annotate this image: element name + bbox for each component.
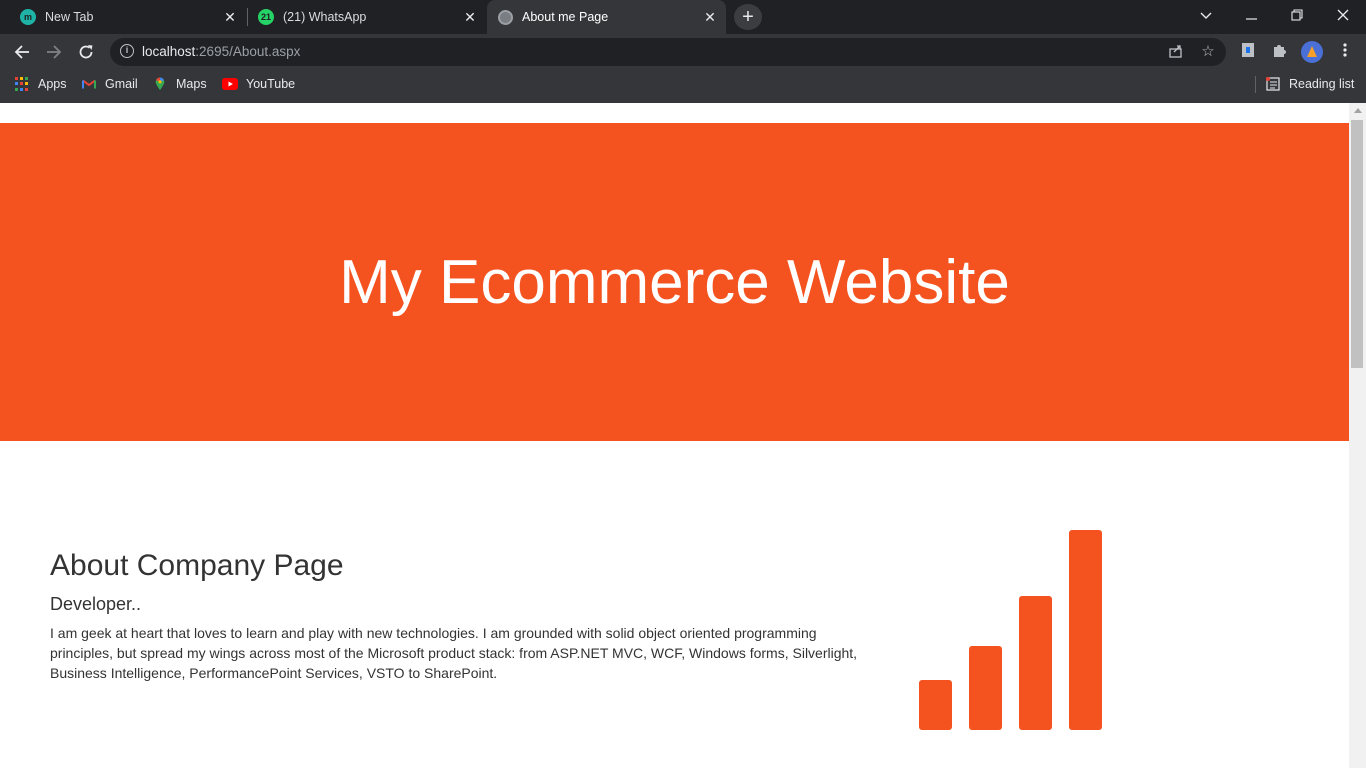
bookmark-youtube[interactable]: YouTube (222, 70, 295, 98)
gmail-icon (82, 79, 96, 89)
hero-banner: My Ecommerce Website (0, 123, 1349, 441)
share-arrow-icon (1169, 45, 1182, 58)
new-tab-button[interactable]: + (734, 4, 762, 30)
restore-icon (1291, 9, 1303, 21)
close-window-button[interactable] (1320, 0, 1366, 30)
maps-icon (155, 77, 165, 91)
bookmark-star-icon[interactable]: ☆ (1199, 43, 1217, 61)
menu-kebab-icon[interactable] (1335, 42, 1355, 62)
reload-icon (79, 45, 93, 59)
url-path: :2695/About.aspx (195, 44, 301, 59)
tab-title: About me Page (522, 10, 609, 24)
browser-toolbar: i localhost:2695/About.aspx ☆ (0, 34, 1366, 70)
minimize-button[interactable] (1228, 0, 1274, 30)
tab-search-button[interactable] (1183, 0, 1229, 30)
arrow-left-icon (14, 45, 29, 59)
signal-bar (919, 680, 952, 730)
reading-list-label: Reading list (1289, 77, 1355, 91)
tab-title: (21) WhatsApp (283, 10, 367, 24)
bookmarks-bar: Apps Gmail Maps YouTube Reading list (0, 70, 1366, 98)
signal-bar (969, 646, 1002, 730)
about-subheading: Developer.. (50, 594, 142, 614)
signal-bars-icon (919, 530, 1102, 730)
page-viewport: My Ecommerce Website About Company Page … (0, 103, 1366, 768)
document-upload-icon (1242, 43, 1254, 57)
minimize-icon (1245, 18, 1257, 20)
site-info-icon[interactable]: i (120, 44, 134, 58)
profile-avatar[interactable] (1301, 41, 1323, 63)
signal-bar (1069, 530, 1102, 730)
about-heading: About Company Page (50, 549, 344, 582)
hero-title: My Ecommerce Website (339, 247, 1010, 317)
reload-button[interactable] (72, 38, 100, 66)
about-section: About Company Page Developer.. I am geek… (50, 549, 870, 683)
address-bar[interactable]: i localhost:2695/About.aspx ☆ (110, 38, 1226, 66)
bookmark-maps[interactable]: Maps (153, 70, 207, 98)
globe-icon (498, 9, 513, 25)
tab-whatsapp[interactable]: 21 (21) WhatsApp ✕ (248, 0, 486, 34)
back-button[interactable] (8, 38, 36, 66)
reading-list-icon (1266, 77, 1280, 91)
bookmark-gmail[interactable]: Gmail (82, 70, 138, 98)
signal-bar (1019, 596, 1052, 730)
bookmark-label: Maps (176, 77, 207, 91)
url-text[interactable]: localhost:2695/About.aspx (142, 44, 300, 59)
youtube-icon (222, 78, 238, 90)
bookmark-label: Gmail (105, 77, 138, 91)
extensions-puzzle-icon[interactable] (1269, 42, 1289, 62)
restore-button[interactable] (1274, 0, 1320, 30)
more-vertical-icon (1343, 43, 1347, 57)
apps-grid-icon (15, 77, 29, 91)
puzzle-icon (1274, 45, 1286, 57)
arrow-right-icon (47, 45, 62, 59)
close-tab-icon[interactable]: ✕ (702, 9, 718, 25)
whatsapp-icon: 21 (258, 9, 274, 25)
url-host: localhost (142, 44, 196, 59)
scrollbar-thumb[interactable] (1351, 120, 1363, 368)
about-paragraph: I am geek at heart that loves to learn a… (50, 625, 858, 681)
page-scrollbar[interactable] (1349, 103, 1366, 768)
reading-list-button[interactable]: Reading list (1266, 70, 1354, 98)
tab-strip: m New Tab ✕ 21 (21) WhatsApp ✕ About me … (0, 0, 1366, 34)
tab-title: New Tab (45, 10, 94, 24)
bookmark-label: Apps (38, 77, 67, 91)
close-icon (1337, 9, 1349, 21)
bookmark-label: YouTube (246, 77, 296, 91)
extension-save-icon[interactable] (1238, 42, 1258, 62)
close-tab-icon[interactable]: ✕ (222, 9, 238, 25)
forward-button[interactable] (40, 38, 68, 66)
tab-about-me-page[interactable]: About me Page ✕ (487, 0, 726, 34)
tab-new-tab[interactable]: m New Tab ✕ (8, 0, 246, 34)
close-tab-icon[interactable]: ✕ (462, 9, 478, 25)
bookmark-apps[interactable]: Apps (15, 70, 67, 98)
chevron-down-icon (1200, 12, 1212, 19)
share-icon[interactable] (1167, 43, 1185, 61)
bookmarks-divider (1255, 76, 1256, 93)
scroll-up-arrow-icon[interactable] (1354, 108, 1362, 113)
new-tab-favicon-icon: m (20, 9, 36, 25)
